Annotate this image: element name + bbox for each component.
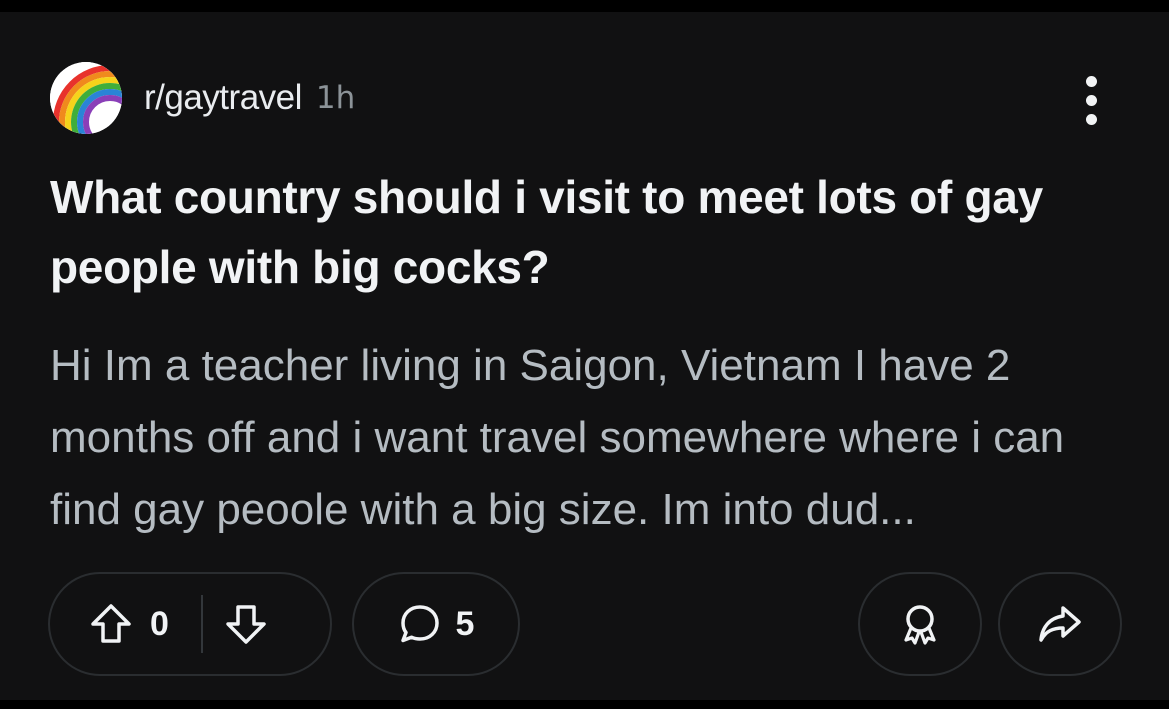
share-arrow-icon [1037, 601, 1083, 647]
post-header: r/gaytravel 1h [50, 62, 355, 134]
award-button[interactable] [858, 572, 982, 676]
post-title[interactable]: What country should i visit to meet lots… [50, 162, 1130, 302]
post-age: 1h [315, 80, 356, 116]
overflow-dot [1085, 113, 1097, 125]
arrow-down-icon[interactable] [223, 601, 269, 647]
post-card[interactable]: r/gaytravel 1h What country should i vis… [0, 0, 1169, 709]
speech-bubble-icon [398, 602, 442, 646]
share-button[interactable] [998, 572, 1122, 676]
vote-divider [200, 595, 203, 653]
comment-count: 5 [455, 604, 475, 643]
award-icon [898, 602, 942, 646]
vote-bar: 0 [48, 572, 332, 676]
bottom-edge [0, 700, 1169, 709]
rainbow-icon[interactable] [50, 62, 122, 134]
comments-button[interactable]: 5 [352, 572, 520, 676]
overflow-dot [1085, 75, 1097, 87]
post-body[interactable]: Hi Im a teacher living in Saigon, Vietna… [50, 330, 1140, 546]
overflow-dot [1085, 94, 1097, 106]
subreddit-name[interactable]: r/gaytravel [144, 78, 302, 118]
vote-count: 0 [150, 604, 169, 643]
more-vertical-icon[interactable] [1070, 70, 1112, 130]
top-edge [0, 0, 1169, 12]
arrow-up-icon[interactable] [88, 601, 134, 647]
